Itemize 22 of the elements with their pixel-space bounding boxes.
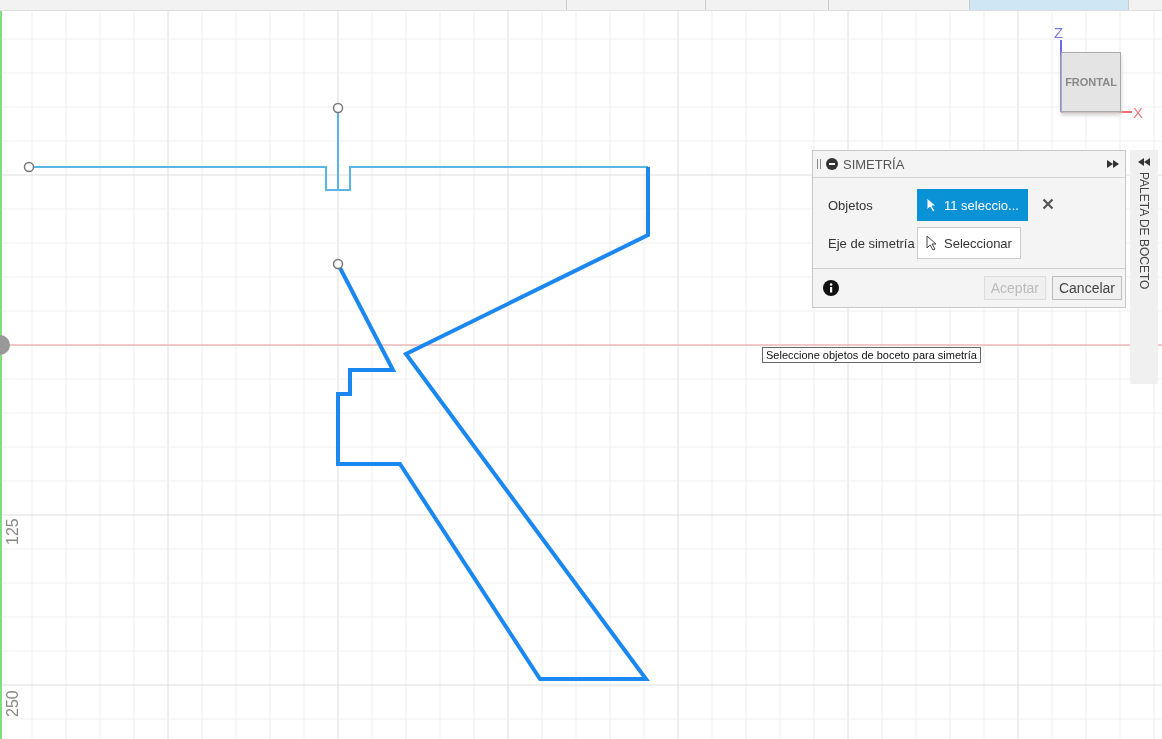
axis-label: X xyxy=(1133,104,1143,121)
ruler-label: 125 xyxy=(4,518,22,545)
sketch-point[interactable] xyxy=(23,161,35,173)
expand-icon[interactable] xyxy=(1107,160,1119,168)
tooltip: Seleccione objetos de boceto para simetría xyxy=(762,347,981,363)
selection-button[interactable]: Seleccionar xyxy=(917,227,1021,259)
field-label: Objetos xyxy=(827,197,874,213)
drag-handle-icon[interactable] xyxy=(817,158,821,170)
field-label: Eje de simetría xyxy=(827,235,916,251)
axis-label: Z xyxy=(1054,24,1064,41)
collapse-icon[interactable] xyxy=(826,158,838,170)
close-icon[interactable] xyxy=(1041,197,1054,210)
cursor-icon xyxy=(926,235,938,251)
cancel-button[interactable]: Cancelar xyxy=(1051,276,1122,300)
cursor-icon xyxy=(926,197,938,213)
sketch-point[interactable] xyxy=(332,102,344,114)
origin-point xyxy=(0,335,10,355)
info-icon[interactable] xyxy=(823,280,839,296)
sketch-point[interactable] xyxy=(332,258,344,270)
expand-icon[interactable] xyxy=(1138,158,1150,166)
ruler-label: 250 xyxy=(4,690,22,717)
dialog-title: SIMETRÍA xyxy=(843,156,906,172)
